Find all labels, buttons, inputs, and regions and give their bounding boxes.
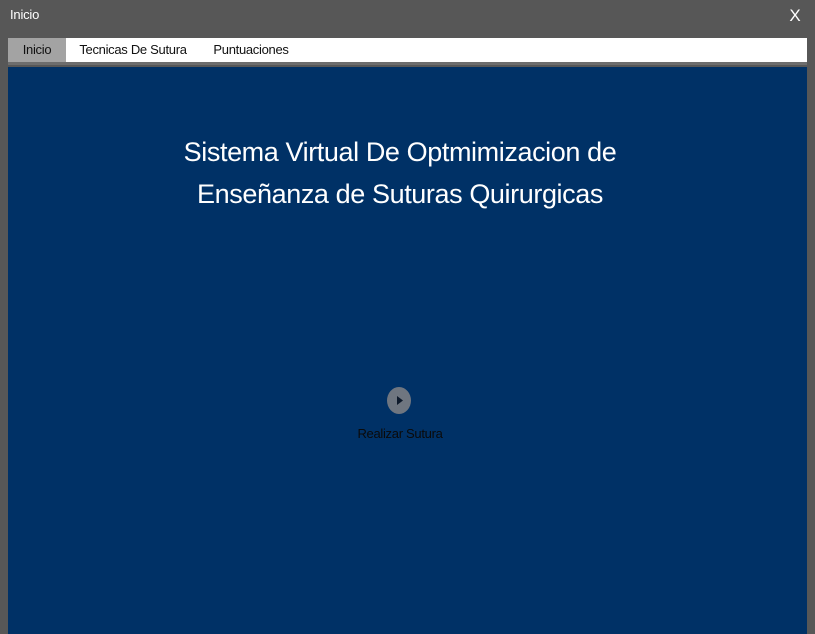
realizar-sutura-label[interactable]: Realizar Sutura (338, 426, 462, 441)
main-panel: Sistema Virtual De Optmimizacion de Ense… (8, 67, 807, 634)
app-window: Inicio X Inicio Tecnicas De Sutura Puntu… (0, 0, 815, 634)
tab-tecnicas-de-sutura[interactable]: Tecnicas De Sutura (74, 38, 192, 62)
close-button[interactable]: X (783, 3, 807, 29)
play-icon (397, 396, 403, 405)
page-title-line-2: Enseñanza de Suturas Quirurgicas (197, 179, 603, 209)
title-bar[interactable]: Inicio X (0, 0, 815, 34)
tab-puntuaciones[interactable]: Puntuaciones (204, 38, 298, 62)
realizar-sutura-button[interactable] (387, 387, 411, 414)
page-title-line-1: Sistema Virtual De Optmimizacion de (183, 137, 617, 167)
tab-inicio[interactable]: Inicio (8, 38, 66, 62)
tab-bar: Inicio Tecnicas De Sutura Puntuaciones (8, 38, 807, 65)
page-title: Sistema Virtual De Optmimizacion de Ense… (8, 131, 792, 215)
window-title: Inicio (10, 7, 40, 22)
